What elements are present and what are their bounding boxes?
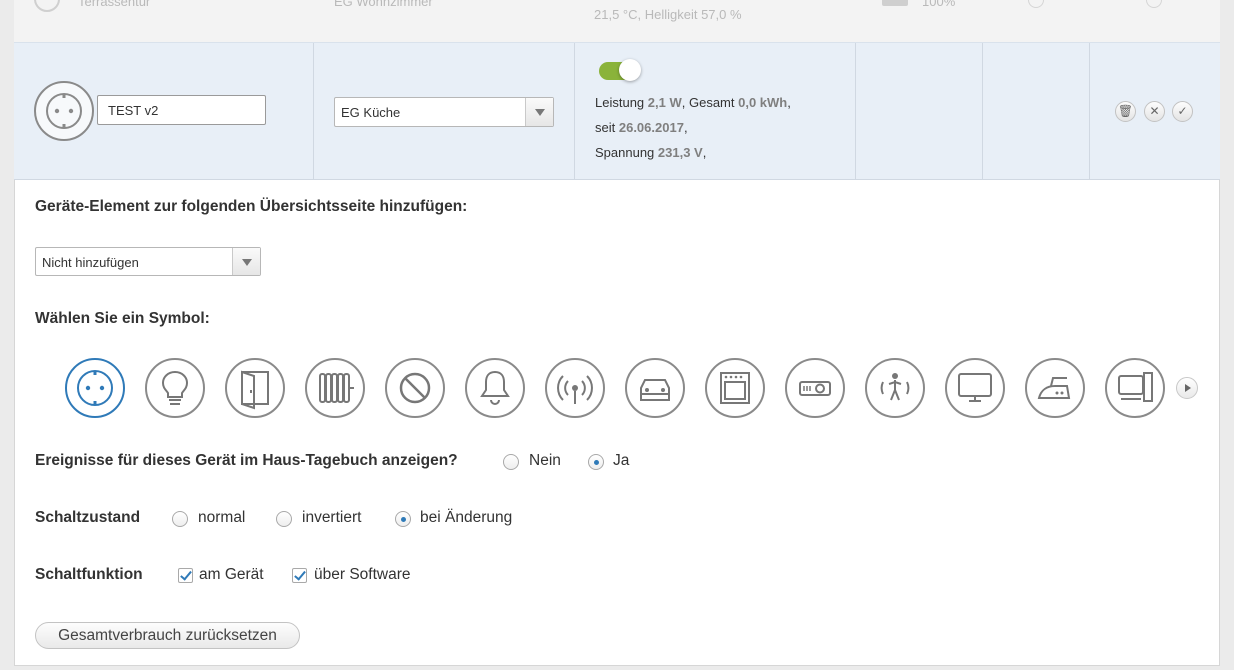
spannung-value: 231,3 V <box>657 145 703 160</box>
confirm-button[interactable]: ✓ <box>1172 101 1193 122</box>
blocked-icon[interactable] <box>385 358 445 418</box>
car-icon[interactable] <box>625 358 685 418</box>
cancel-button[interactable]: ✕ <box>1144 101 1165 122</box>
device-settings-panel: Geräte-Element zur folgenden Übersichtss… <box>14 180 1220 666</box>
symbol-label: Wählen Sie ein Symbol: <box>35 310 210 327</box>
sensor-icon <box>34 0 60 12</box>
diary-label: Ereignisse für dieses Gerät im Haus-Tage… <box>35 452 458 469</box>
diary-no-radio[interactable] <box>503 454 519 470</box>
schaltzustand-normal-label: normal <box>198 509 246 526</box>
gesamt-value: 0,0 kWh <box>738 95 788 110</box>
socket-icon[interactable] <box>65 358 125 418</box>
monitor-icon[interactable] <box>945 358 1005 418</box>
power-toggle[interactable] <box>599 59 641 81</box>
leistung-value: 2,1 W <box>647 95 682 110</box>
motion-icon[interactable] <box>865 358 925 418</box>
projector-icon[interactable] <box>785 358 845 418</box>
socket-icon <box>34 81 94 141</box>
room-select[interactable]: EG Küche <box>334 97 554 127</box>
power-stats-line-3: Spannung 231,3 V, <box>595 145 707 160</box>
battery-icon <box>882 0 908 6</box>
power-stats-line-2: seit 26.06.2017, <box>595 120 688 135</box>
column-divider <box>574 43 575 179</box>
diary-yes-radio[interactable] <box>588 454 604 470</box>
oven-icon[interactable] <box>705 358 765 418</box>
diary-no-label: Nein <box>529 452 561 469</box>
diary-yes-label: Ja <box>613 452 630 469</box>
column-divider <box>313 43 314 179</box>
schaltzustand-aenderung-label: bei Änderung <box>420 509 513 526</box>
delete-button[interactable]: 🗑 <box>1115 101 1136 122</box>
bulb-icon[interactable] <box>145 358 205 418</box>
iron-icon[interactable] <box>1025 358 1085 418</box>
seit-label: seit <box>595 120 616 135</box>
computer-icon[interactable] <box>1105 358 1165 418</box>
room-select-value: EG Küche <box>341 105 401 120</box>
previous-device-row: Terrassentür EG Wohnzimmer 21,5 °C, Hell… <box>14 0 1220 42</box>
column-divider <box>982 43 983 179</box>
schaltfunktion-geraet-label: am Gerät <box>199 566 264 583</box>
schaltfunktion-geraet-checkbox[interactable] <box>178 568 193 583</box>
bell-icon[interactable] <box>465 358 525 418</box>
chevron-down-icon <box>525 98 553 126</box>
column-divider <box>1089 43 1090 179</box>
next-symbols-button[interactable] <box>1176 377 1198 399</box>
spannung-label: Spannung <box>595 145 655 160</box>
schaltzustand-label: Schaltzustand <box>35 509 141 526</box>
prev-battery-level: 100% <box>922 0 956 9</box>
schaltfunktion-software-checkbox[interactable] <box>292 568 307 583</box>
radiator-icon[interactable] <box>305 358 365 418</box>
gear-icon[interactable] <box>1146 0 1162 8</box>
device-edit-row: EG Küche Leistung 2,1 W, Gesamt 0,0 kWh,… <box>14 42 1220 180</box>
schaltzustand-aenderung-radio[interactable] <box>395 511 411 527</box>
antenna-icon[interactable] <box>545 358 605 418</box>
overview-select[interactable]: Nicht hinzufügen <box>35 247 261 276</box>
gesamt-label: Gesamt <box>688 95 735 110</box>
device-name-input[interactable] <box>97 95 266 125</box>
schaltzustand-invertiert-label: invertiert <box>302 509 362 526</box>
leistung-label: Leistung <box>595 95 645 110</box>
share-icon[interactable] <box>1028 0 1044 8</box>
schaltfunktion-software-label: über Software <box>314 566 411 583</box>
overview-label: Geräte-Element zur folgenden Übersichtss… <box>35 198 468 215</box>
seit-value: 26.06.2017 <box>618 120 684 135</box>
door-icon[interactable] <box>225 358 285 418</box>
power-stats-line-1: Leistung 2,1 W, Gesamt 0,0 kWh, <box>595 95 791 110</box>
prev-device-name: Terrassentür <box>78 0 151 9</box>
column-divider <box>855 43 856 179</box>
chevron-down-icon <box>232 248 260 275</box>
schaltzustand-normal-radio[interactable] <box>172 511 188 527</box>
reset-consumption-button[interactable]: Gesamtverbrauch zurücksetzen <box>35 622 300 649</box>
prev-device-status: 21,5 °C, Helligkeit 57,0 % <box>594 7 742 22</box>
schaltfunktion-label: Schaltfunktion <box>35 566 143 583</box>
schaltzustand-invertiert-radio[interactable] <box>276 511 292 527</box>
toggle-knob <box>619 59 641 81</box>
prev-device-room: EG Wohnzimmer <box>334 0 433 9</box>
overview-select-value: Nicht hinzufügen <box>42 255 139 270</box>
